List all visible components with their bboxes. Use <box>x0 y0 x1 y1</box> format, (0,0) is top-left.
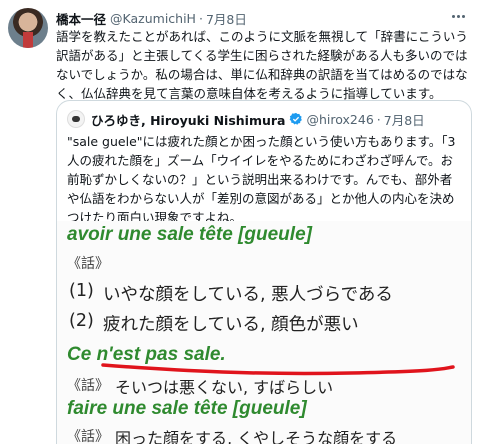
quoted-tweet-header: ひろゆき, Hiroyuki Nishimura @hirox246 · 7月8… <box>67 109 461 129</box>
tweet-header: 橋本一径 @KazumichiH · 7月8日 <box>56 9 470 27</box>
quoted-avatar <box>67 110 85 128</box>
dict-sense-1-text: いやな顔をしている, 悪人づらである <box>103 285 393 305</box>
separator-dot: · <box>198 10 203 26</box>
more-options-icon[interactable] <box>448 8 468 24</box>
dict-entry-2: Ce n'est pas sale. <box>67 344 226 365</box>
quoted-tweet-date: 7月8日 <box>383 112 425 128</box>
dict-sense-4-text: 困った顔をする, くやしそうな顔をする <box>115 429 398 444</box>
quoted-tweet-text: "sale guele"には疲れた顔とか困った顔という使い方もあります。「3人の… <box>67 134 456 225</box>
author-name[interactable]: 橋本一径 <box>56 9 106 28</box>
dict-tag-1: 《話》 <box>67 256 109 272</box>
dict-sense-2-number: (2) <box>69 311 94 331</box>
tweet-text: 語学を教えたことがあれば、このように文脈を無視して「辞書にこういう訳語がある」と… <box>56 29 468 101</box>
quoted-separator-dot: · <box>376 111 381 127</box>
quoted-tweet[interactable]: ひろゆき, Hiroyuki Nishimura @hirox246 · 7月8… <box>56 100 472 444</box>
dict-sense-2-text: 疲れた顔をしている, 顔色が悪い <box>103 315 359 335</box>
dict-tag-3: 《話》 <box>67 429 109 444</box>
tweet-date[interactable]: 7月8日 <box>206 9 247 28</box>
dict-entry-1: avoir une sale tête [gueule] <box>67 224 312 245</box>
quoted-author-handle: @hirox246 <box>306 111 374 127</box>
author-handle[interactable]: @KazumichiH <box>110 11 196 26</box>
quoted-author-name: ひろゆき, Hiroyuki Nishimura <box>91 112 286 128</box>
avatar[interactable] <box>8 8 48 48</box>
dictionary-image: avoir une sale tête [gueule] 《話》 (1) いやな… <box>57 221 471 444</box>
dict-sense-1-number: (1) <box>69 281 94 301</box>
dict-tag-2: 《話》 <box>67 378 109 394</box>
avatar-tie <box>23 32 33 48</box>
verified-badge-icon <box>289 112 302 125</box>
dict-entry-3: faire une sale tête [gueule] <box>67 398 307 419</box>
dict-sense-3-text: そいつは悪くない, すばらしい <box>115 378 334 397</box>
